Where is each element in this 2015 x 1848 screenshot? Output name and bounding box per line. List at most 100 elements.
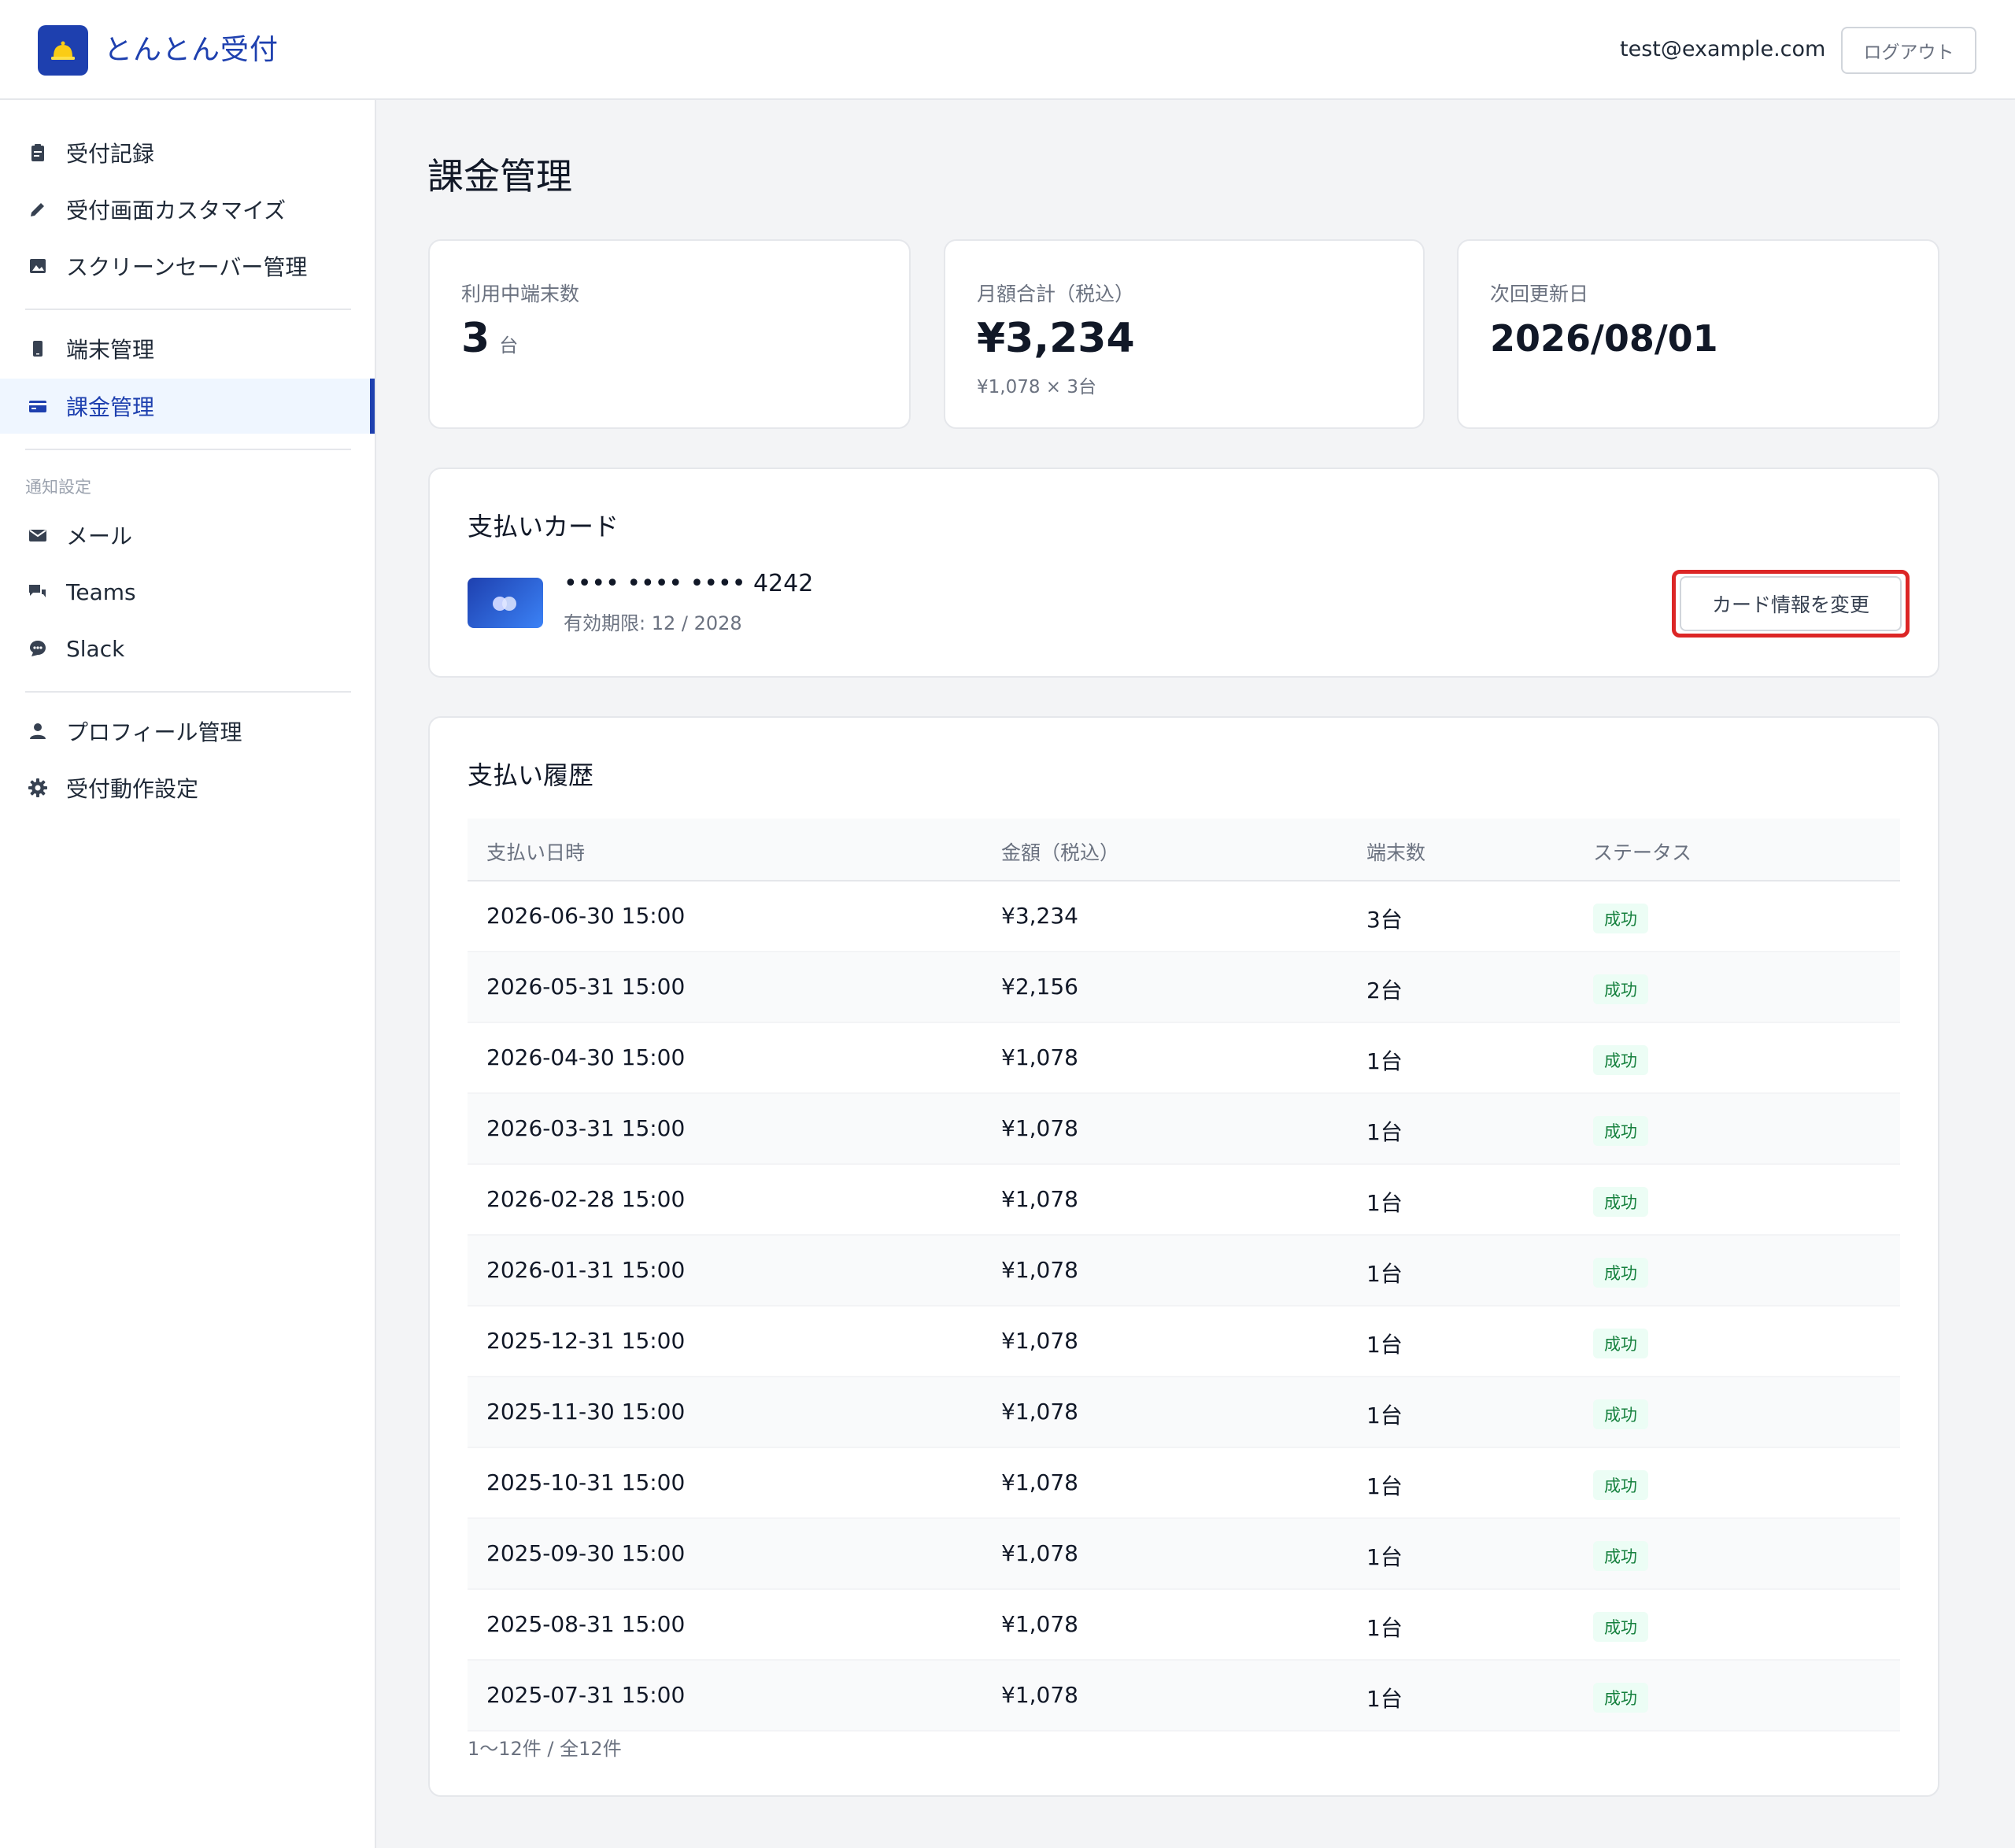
table-row: 2025-11-30 15:00 ¥1,078 1台 成功 (468, 1377, 1900, 1448)
stat-sub: ¥1,078 × 3台 (977, 377, 1097, 397)
status-badge: 成功 (1593, 1045, 1648, 1075)
stat-card-next-renewal: 次回更新日 2026/08/01 (1457, 239, 1939, 429)
status-badge: 成功 (1593, 1612, 1648, 1642)
cell-devices: 2台 (1366, 978, 1403, 1003)
stat-number: 3 (461, 315, 490, 362)
status-badge: 成功 (1593, 1683, 1648, 1713)
user-email: test@example.com (1620, 37, 1826, 61)
device-icon (33, 341, 43, 357)
sidebar-item-billing[interactable]: 課金管理 (0, 379, 375, 434)
table-row: 2025-08-31 15:00 ¥1,078 1台 成功 (468, 1590, 1900, 1661)
sidebar-item-label: メール (66, 523, 133, 549)
app-title: とんとん受付 (104, 34, 279, 66)
sidebar-item-label: プロフィール管理 (66, 719, 242, 745)
sidebar-divider (25, 449, 351, 450)
chat-icon (29, 585, 46, 597)
table-row: 2026-05-31 15:00 ¥2,156 2台 成功 (468, 952, 1900, 1023)
sidebar-item-screensaver[interactable]: スクリーンセーバー管理 (0, 238, 375, 294)
table-row: 2026-03-31 15:00 ¥1,078 1台 成功 (468, 1094, 1900, 1165)
status-badge: 成功 (1593, 1541, 1648, 1571)
logout-button[interactable]: ログアウト (1841, 27, 1976, 74)
cell-date: 2025-10-31 15:00 (486, 1469, 686, 1495)
payment-card-section: 支払いカード •••• •••• •••• 4242 有効期限: 12 / 20… (428, 468, 1939, 678)
top-header: とんとん受付 test@example.com ログアウト (0, 0, 2015, 100)
stat-value: 2026/08/01 (1490, 317, 1718, 360)
sidebar-item-label: Slack (66, 635, 125, 662)
stat-card-devices: 利用中端末数 3台 (428, 239, 911, 429)
credit-card-icon (468, 578, 543, 628)
cell-devices: 1台 (1366, 1544, 1403, 1570)
sidebar-item-slack[interactable]: Slack (0, 621, 375, 676)
sidebar-item-customize[interactable]: 受付画面カスタマイズ (0, 182, 375, 237)
sidebar-item-teams[interactable]: Teams (0, 564, 375, 619)
cell-date: 2025-08-31 15:00 (486, 1611, 686, 1637)
cell-amount: ¥1,078 (1001, 1186, 1078, 1212)
sidebar: 受付記録 受付画面カスタマイズ スクリーンセーバー管理 端末管理 課金管理 通知… (0, 100, 376, 1848)
cell-devices: 1台 (1366, 1048, 1403, 1074)
table-row: 2026-01-31 15:00 ¥1,078 1台 成功 (468, 1236, 1900, 1307)
column-header: ステータス (1593, 841, 1692, 864)
cell-amount: ¥1,078 (1001, 1469, 1078, 1495)
stat-value: ¥3,234 (977, 315, 1135, 362)
cell-date: 2026-04-30 15:00 (486, 1044, 686, 1070)
stat-card-monthly-total: 月額合計（税込） ¥3,234 ¥1,078 × 3台 (944, 239, 1425, 429)
stat-unit: 台 (499, 334, 519, 357)
cell-date: 2026-05-31 15:00 (486, 974, 686, 1000)
cell-amount: ¥1,078 (1001, 1328, 1078, 1354)
cell-amount: ¥1,078 (1001, 1611, 1078, 1637)
cell-amount: ¥1,078 (1001, 1399, 1078, 1425)
status-badge: 成功 (1593, 904, 1648, 933)
table-row: 2025-10-31 15:00 ¥1,078 1台 成功 (468, 1448, 1900, 1519)
card-number: •••• •••• •••• 4242 (564, 570, 814, 597)
cell-amount: ¥1,078 (1001, 1044, 1078, 1070)
cell-devices: 1台 (1366, 1615, 1403, 1641)
status-badge: 成功 (1593, 1116, 1648, 1146)
change-card-button[interactable]: カード情報を変更 (1680, 576, 1902, 631)
cell-devices: 1台 (1366, 1686, 1403, 1712)
table-row: 2026-04-30 15:00 ¥1,078 1台 成功 (468, 1023, 1900, 1094)
status-badge: 成功 (1593, 1470, 1648, 1500)
table-row: 2026-02-28 15:00 ¥1,078 1台 成功 (468, 1165, 1900, 1236)
cell-date: 2026-01-31 15:00 (486, 1257, 686, 1283)
cell-date: 2026-06-30 15:00 (486, 903, 686, 929)
column-header: 端末数 (1366, 841, 1426, 864)
card-expiry: 有効期限: 12 / 2028 (564, 612, 742, 634)
sidebar-item-reception-settings[interactable]: 受付動作設定 (0, 760, 375, 815)
stat-label: 次回更新日 (1490, 283, 1589, 305)
status-badge: 成功 (1593, 1187, 1648, 1217)
credit-card-icon (29, 401, 46, 412)
mail-icon (29, 530, 46, 541)
sidebar-section-notifications: 通知設定 (25, 478, 91, 497)
gear-icon (28, 778, 47, 797)
sidebar-item-devices[interactable]: 端末管理 (0, 321, 375, 376)
sidebar-item-label: Teams (66, 578, 136, 605)
cell-amount: ¥1,078 (1001, 1115, 1078, 1141)
sidebar-item-label: 受付記録 (66, 141, 155, 167)
sidebar-item-label: 受付動作設定 (66, 776, 199, 802)
table-row: 2026-06-30 15:00 ¥3,234 3台 成功 (468, 881, 1900, 952)
status-badge: 成功 (1593, 1329, 1648, 1358)
stat-label: 利用中端末数 (461, 283, 580, 305)
page-title: 課金管理 (427, 155, 572, 198)
sidebar-divider (25, 691, 351, 693)
status-badge: 成功 (1593, 1258, 1648, 1288)
table-row: 2025-09-30 15:00 ¥1,078 1台 成功 (468, 1519, 1900, 1590)
sidebar-item-profile[interactable]: プロフィール管理 (0, 704, 375, 759)
cell-devices: 1台 (1366, 1473, 1403, 1499)
message-icon (30, 641, 46, 656)
clipboard-icon (31, 144, 44, 161)
sidebar-item-mail[interactable]: メール (0, 508, 375, 563)
cell-date: 2025-09-30 15:00 (486, 1540, 686, 1566)
payment-history-section: 支払い履歴 支払い日時 金額（税込） 端末数 ステータス 2026-06-30 … (428, 716, 1939, 1797)
table-row: 2025-07-31 15:00 ¥1,078 1台 成功 (468, 1661, 1900, 1732)
cell-date: 2025-11-30 15:00 (486, 1399, 686, 1425)
sidebar-item-reception-log[interactable]: 受付記録 (0, 125, 375, 180)
cell-amount: ¥3,234 (1001, 903, 1078, 929)
bell-logo-icon (38, 25, 88, 76)
cell-devices: 1台 (1366, 1332, 1403, 1358)
sidebar-item-label: 端末管理 (66, 337, 155, 363)
cell-devices: 1台 (1366, 1119, 1403, 1145)
cell-date: 2026-02-28 15:00 (486, 1186, 686, 1212)
pagination-summary: 1〜12件 / 全12件 (468, 1738, 622, 1760)
pencil-icon (31, 203, 44, 216)
